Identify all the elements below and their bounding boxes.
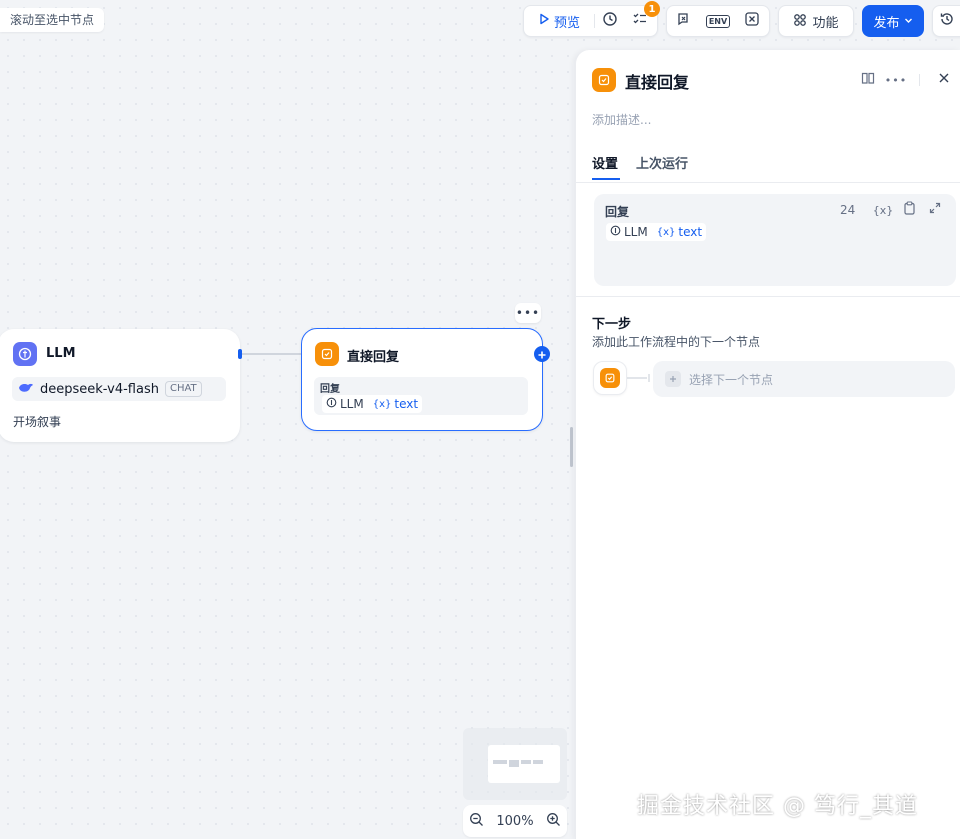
insert-variable-button[interactable]: {x} [872,201,894,219]
select-next-node-label: 选择下一个节点 [689,372,774,387]
run-history-icon [602,11,618,31]
divider [919,74,920,86]
panel-more-button[interactable]: ••• [884,70,908,90]
add-next-node-handle[interactable] [534,346,550,362]
zoom-out-button[interactable] [469,812,484,831]
tab-last-run[interactable]: 上次运行 [636,153,688,172]
preview-label: 预览 [553,15,580,31]
reply-editor[interactable]: 回复 24 {x} LLM {x} text [594,194,956,286]
zoom-out-icon [470,812,484,826]
node-connection-edge [242,353,304,355]
reply-var-pill: LLM {x} text [606,223,707,241]
zoom-in-icon [546,812,560,826]
panel-answer-icon [592,68,616,92]
book-icon [861,71,875,89]
chat-variable-icon [676,11,692,31]
answer-icon [315,342,339,366]
variable-x-icon [744,11,760,31]
plus-icon [665,371,681,387]
variable-bracket-icon: {x} [656,226,676,238]
publish-button[interactable]: 发布 [862,5,924,37]
llm-small-icon [326,397,337,411]
minimap-node [493,760,507,764]
run-history-button[interactable] [595,6,625,36]
reply-label: 回复 [605,205,630,219]
description-input[interactable]: 添加描述... [592,111,651,128]
model-mode-tag: CHAT [164,381,202,397]
next-step-title: 下一步 [592,317,632,332]
conversation-variable-button[interactable] [670,6,698,36]
next-step-subtitle: 添加此工作流程中的下一个节点 [592,335,761,349]
env-icon: ENV [705,14,731,28]
more-horizontal-icon: ••• [884,73,908,87]
env-variable-button[interactable]: ENV [704,6,732,36]
minimap-node [533,760,543,764]
tab-settings[interactable]: 设置 [592,153,618,172]
var-source: LLM [340,397,364,411]
toolbar-run-group: 预览 [523,5,658,37]
llm-icon [13,342,37,366]
var-source: LLM [624,225,648,239]
deepseek-whale-icon [18,382,34,397]
tabs-divider [576,182,960,183]
panel-title[interactable]: 直接回复 [625,69,689,93]
char-count: 24 [840,203,856,217]
toolbar-variables-group: ENV [666,5,770,37]
minimap-node [509,760,519,767]
zoom-level[interactable]: 100% [496,814,533,829]
answer-node[interactable]: 直接回复 回复 LLM {x} text [301,328,550,431]
global-variable-button[interactable] [738,6,766,36]
preview-button[interactable]: 预览 [524,6,594,36]
help-doc-button[interactable] [858,70,878,90]
chevron-down-icon [904,14,913,29]
panel-resize-handle[interactable] [570,427,573,467]
history-icon [939,11,955,31]
features-icon [793,12,807,31]
plus-icon [537,345,547,364]
model-selector[interactable]: deepseek-v4-flash CHAT [12,377,226,401]
section-divider [576,296,960,297]
copy-button[interactable] [900,201,918,219]
minimap-viewport [488,745,560,783]
model-name: deepseek-v4-flash [40,381,159,397]
answer-var-pill: LLM {x} text [322,395,423,413]
version-history-button[interactable] [932,5,960,37]
var-name: text [678,225,703,239]
llm-node-description: 开场叙事 [13,415,62,429]
features-label: 功能 [812,15,839,31]
select-next-node-button[interactable]: 选择下一个节点 [653,361,955,397]
clipboard-icon [903,201,916,219]
answer-icon [600,368,620,388]
var-name: text [394,397,419,411]
active-tab-indicator [592,178,620,180]
more-dots-icon: ••• [515,306,541,320]
expand-icon [929,202,941,218]
answer-node-title: 直接回复 [347,350,400,365]
publish-label: 发布 [873,15,900,31]
watermark: 掘金技术社区 @ 笃行_其道 [637,794,918,819]
close-icon [938,72,950,88]
play-icon [538,13,550,29]
zoom-control: 100% [463,805,567,837]
current-node-block [593,361,627,395]
close-panel-button[interactable] [934,70,954,90]
checklist-badge: 1 [644,1,660,17]
llm-small-icon [610,225,621,239]
variable-bracket-icon: {x} [372,398,392,410]
answer-content-box: 回复 LLM {x} text [314,377,528,415]
llm-output-handle[interactable] [238,349,242,359]
minimap[interactable] [463,728,567,800]
scroll-to-selected-button[interactable]: 滚动至选中节点 [0,8,105,32]
variable-bracket-icon: {x} [872,203,894,217]
zoom-in-button[interactable] [546,812,561,831]
expand-button[interactable] [926,201,944,219]
llm-node[interactable]: LLM deepseek-v4-flash CHAT 开场叙事 [0,329,242,442]
node-more-button[interactable]: ••• [515,303,541,323]
next-step-connector [627,374,650,382]
minimap-node [521,760,531,764]
node-settings-panel: 直接回复 ••• 添加描述... 设置 上次运行 回复 24 {x} LLM {… [575,50,960,839]
answer-field-label: 回复 [320,384,340,395]
llm-node-title: LLM [46,346,76,361]
features-button[interactable]: 功能 [778,5,854,37]
